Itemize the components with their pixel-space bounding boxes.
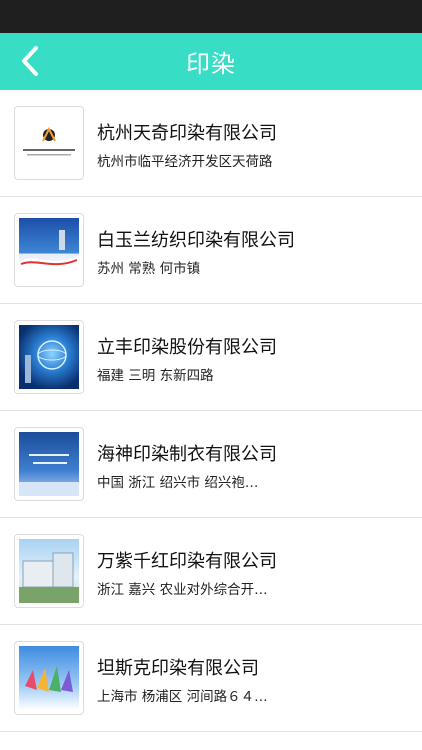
company-address: 中国 浙江 绍兴市 绍兴袍江... [97, 475, 269, 491]
company-logo [14, 534, 84, 608]
company-name: 坦斯克印染有限公司 [97, 658, 259, 679]
list-item[interactable]: 杭州天奇印染有限公司 杭州市临平经济开发区天荷路 [0, 90, 422, 197]
company-name: 海神印染制衣有限公司 [97, 444, 277, 465]
back-button[interactable] [10, 41, 50, 81]
list-item[interactable]: 海神印染制衣有限公司 中国 浙江 绍兴市 绍兴袍江... [0, 411, 422, 518]
company-logo [14, 320, 84, 394]
company-address: 浙江 嘉兴 农业对外综合开发... [97, 582, 269, 598]
company-address: 上海市 杨浦区 河间路６４０... [97, 689, 269, 705]
list-item[interactable]: 立丰印染股份有限公司 福建 三明 东新四路 [0, 304, 422, 411]
company-list[interactable]: 杭州天奇印染有限公司 杭州市临平经济开发区天荷路 白玉兰纺织印染有限公司 苏州 … [0, 90, 422, 750]
company-logo [14, 106, 84, 180]
company-address: 杭州市临平经济开发区天荷路 [97, 154, 273, 170]
company-name: 立丰印染股份有限公司 [97, 337, 277, 358]
company-logo [14, 427, 84, 501]
company-logo [14, 213, 84, 287]
chevron-left-icon [22, 46, 38, 76]
company-name: 杭州天奇印染有限公司 [97, 123, 277, 144]
company-name: 白玉兰纺织印染有限公司 [97, 230, 295, 251]
list-item[interactable]: 万紫千红印染有限公司 浙江 嘉兴 农业对外综合开发... [0, 518, 422, 625]
company-address: 福建 三明 东新四路 [97, 368, 214, 384]
page-title: 印染 [186, 50, 236, 78]
list-item[interactable]: 白玉兰纺织印染有限公司 苏州 常熟 何市镇 [0, 197, 422, 304]
company-name: 万紫千红印染有限公司 [97, 551, 277, 572]
status-bar [0, 0, 422, 33]
company-logo [14, 641, 84, 715]
list-item[interactable]: 坦斯克印染有限公司 上海市 杨浦区 河间路６４０... [0, 625, 422, 732]
company-address: 苏州 常熟 何市镇 [97, 261, 201, 277]
nav-bar: 印染 [0, 33, 422, 90]
